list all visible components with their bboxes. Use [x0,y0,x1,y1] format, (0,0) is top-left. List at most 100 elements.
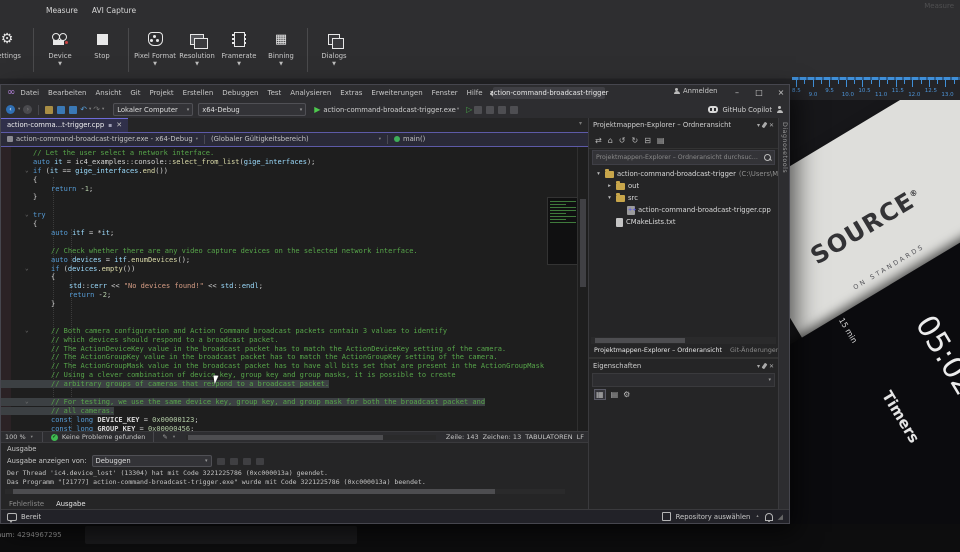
stop-button[interactable]: Stop [81,26,123,77]
tree-item[interactable]: ▸out [589,180,778,192]
copilot-label[interactable]: GitHub Copilot [722,106,772,114]
dropdown-caret-icon[interactable]: ▼ [153,62,157,66]
device-button[interactable]: Device▼ [39,26,81,77]
pixel-format-button[interactable]: Pixel Format▼ [134,26,176,77]
build-configuration-dropdown[interactable]: x64-Debug▾ [198,103,306,116]
select-repository-button[interactable]: Repository auswählen [676,513,751,521]
notifications-bell-icon[interactable] [765,513,773,521]
feedback-bubble-icon[interactable] [7,513,17,521]
close-button[interactable]: × [773,86,789,99]
collapse-all-icon[interactable]: ⊟ [644,136,651,145]
value-input[interactable] [85,526,357,544]
expand-arrow-icon[interactable]: ▾ [595,171,602,177]
clear-output-icon[interactable] [243,458,251,465]
resolution-button[interactable]: Resolution▼ [176,26,218,77]
scope-dropdown[interactable]: (Globaler Gültigkeitsbereich)▾ [205,135,387,143]
tree-item[interactable]: action-command-broadcast-trigger.cpp [589,204,778,216]
menu-analysieren[interactable]: Analysieren [290,89,331,97]
home-icon[interactable]: ⌂ [608,136,613,145]
tab-diagnostics[interactable]: Diagnosetools [781,122,788,173]
tree-item[interactable]: ▾action-command-broadcast-trigger (C:\Us… [589,168,778,180]
start-without-debugging-icon[interactable]: ▷ [466,105,472,114]
problems-status[interactable]: Keine Probleme gefunden [62,433,145,441]
binning-button[interactable]: ▦Binning▼ [260,26,302,77]
redo-dropdown-icon[interactable]: ▾ [102,107,104,112]
tab-scroll-icon[interactable]: ▾ [579,118,588,132]
toolbar-icon[interactable] [486,106,494,114]
run-target-label[interactable]: action-command-broadcast-trigger.exe [323,106,455,114]
repo-dropdown-icon[interactable]: ▴ [756,514,758,519]
pen-dropdown-icon[interactable]: ▾ [173,435,175,440]
menu-erweiterungen[interactable]: Erweiterungen [371,89,422,97]
sign-in-button[interactable]: Anmelden [673,87,717,95]
undo-icon[interactable]: ↶ [80,105,87,114]
capture-tab-avi-capture[interactable]: AVI Capture [92,6,136,15]
output-icon[interactable] [217,458,225,465]
output-scrollbar[interactable] [5,489,565,494]
vertical-scrollbar[interactable] [577,147,588,431]
undo-dropdown-icon[interactable]: ▾ [89,107,91,112]
show-all-files-icon[interactable]: ▤ [657,136,665,145]
maximize-button[interactable]: □ [751,86,767,99]
bookmark-icon[interactable] [498,106,506,114]
menu-ansicht[interactable]: Ansicht [96,89,122,97]
navigate-forward-icon[interactable]: › [23,105,32,114]
menu-fenster[interactable]: Fenster [432,89,458,97]
expand-arrow-icon[interactable]: ▸ [606,183,613,189]
close-panel-icon[interactable]: ✕ [769,122,774,129]
feedback-icon[interactable] [776,106,783,113]
switch-views-icon[interactable]: ⇄ [595,136,602,145]
panel-tab[interactable]: Git-Änderungen [730,347,780,354]
property-pages-icon[interactable]: ⚙ [623,390,630,399]
code-editor[interactable]: // Let the user select a network interfa… [1,147,588,431]
save-all-icon[interactable] [69,106,77,114]
properties-object-dropdown[interactable]: ▾ [592,373,775,387]
member-dropdown[interactable]: main() [388,135,431,143]
menu-erstellen[interactable]: Erstellen [183,89,214,97]
close-tab-icon[interactable]: ✕ [116,121,122,129]
column-indicator[interactable]: Zeichen: 13 [483,433,522,441]
dropdown-caret-icon[interactable]: ▼ [279,62,283,66]
menu-debuggen[interactable]: Debuggen [222,89,258,97]
panel-tab[interactable]: Projektmappen-Explorer – Ordneransicht [594,347,722,354]
menu-test[interactable]: Test [268,89,282,97]
document-tab[interactable]: action-comma...t-trigger.cpp ▪ ✕ [1,118,128,132]
fold-arrow-icon[interactable]: ⌄ [25,327,29,336]
navigate-back-icon[interactable]: ‹ [6,105,15,114]
project-dropdown[interactable]: action-command-broadcast-trigger.exe - x… [1,135,204,143]
alphabetical-icon[interactable]: ▤ [611,390,619,399]
refresh-icon[interactable]: ↻ [632,136,639,145]
capture-tab-measure[interactable]: Measure [46,6,78,15]
open-folder-icon[interactable] [45,106,53,114]
zoom-level-dropdown[interactable]: 100 % [5,433,26,441]
fold-arrow-icon[interactable]: ⌄ [25,265,29,274]
dropdown-caret-icon[interactable]: ▼ [237,62,241,66]
fold-arrow-icon[interactable]: ⌄ [25,398,29,407]
window-position-dropdown-icon[interactable]: ▾ [757,122,760,129]
menu-datei[interactable]: Datei [20,89,39,97]
startup-target-dropdown[interactable]: Lokaler Computer▾ [113,103,193,116]
menu-bearbeiten[interactable]: Bearbeiten [48,89,86,97]
resize-grip-icon[interactable]: ◢ [778,513,783,521]
dropdown-caret-icon[interactable]: ▼ [332,62,336,66]
menu-extras[interactable]: Extras [340,89,362,97]
close-panel-icon[interactable]: ✕ [769,363,774,370]
solution-explorer-search[interactable]: Projektmappen-Explorer – Ordneransicht d… [592,150,775,165]
pin-icon[interactable] [762,122,768,129]
minimize-button[interactable]: – [729,86,745,99]
dropdown-caret-icon[interactable]: ▼ [195,62,199,66]
expand-arrow-icon[interactable]: ▾ [606,195,613,201]
tree-item[interactable]: ▾src [589,192,778,204]
github-copilot-icon[interactable] [708,106,718,113]
pin-icon[interactable] [762,363,768,370]
tab-fehlerliste[interactable]: Fehlerliste [9,500,44,508]
dropdown-caret-icon[interactable]: ▼ [58,62,62,66]
line-indicator[interactable]: Zeile: 143 [446,433,479,441]
save-icon[interactable] [57,106,65,114]
menu-projekt[interactable]: Projekt [149,89,173,97]
bookmark-icon[interactable] [510,106,518,114]
eol-indicator[interactable]: LF [577,433,584,441]
fold-arrow-icon[interactable]: ⌄ [25,167,29,176]
window-position-dropdown-icon[interactable]: ▾ [757,363,760,370]
fold-arrow-icon[interactable]: ⌄ [25,211,29,220]
